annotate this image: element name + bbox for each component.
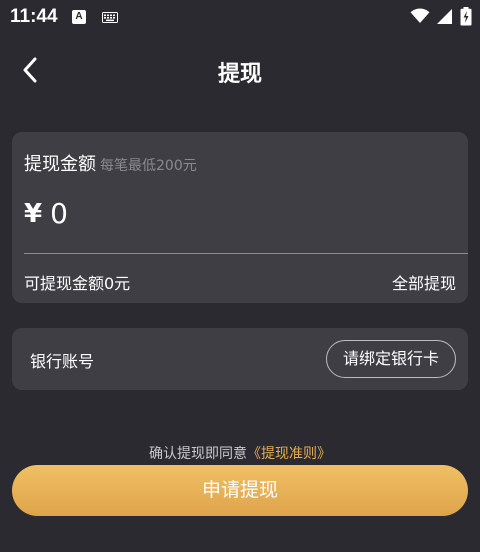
status-time: 11:44 xyxy=(10,6,58,27)
currency-symbol: ¥ xyxy=(24,198,43,229)
amount-card: 提现金额 每笔最低200元 ¥ 可提现金额0元 全部提现 xyxy=(12,132,468,303)
amount-input-row: ¥ xyxy=(24,197,431,230)
agreement-text: 确认提现即同意《提现准则》 xyxy=(0,443,480,463)
bind-bank-card-button[interactable]: 请绑定银行卡 xyxy=(326,340,456,378)
amount-input[interactable] xyxy=(50,197,431,230)
battery-icon xyxy=(460,7,472,26)
withdraw-all-button[interactable]: 全部提现 xyxy=(392,270,456,294)
agreement-prefix: 确认提现即同意 xyxy=(149,446,247,462)
a-notification-badge: A xyxy=(75,11,83,22)
withdraw-screen: 11:44 A 提现 提现金额 每笔最低200元 ¥ 0 可提现金额0元 全部提… xyxy=(0,0,480,552)
bank-account-card: 银行账号 请绑定银行卡 xyxy=(12,328,468,390)
keyboard-icon xyxy=(102,12,118,23)
a-notification-icon: A xyxy=(72,10,86,24)
wifi-icon xyxy=(410,8,430,23)
amount-hint: 每笔最低200元 xyxy=(100,158,197,174)
withdraw-rules-link[interactable]: 《提现准则》 xyxy=(247,446,331,462)
available-amount-text: 可提现金额0元 xyxy=(24,274,131,293)
bank-account-label: 银行账号 xyxy=(30,352,95,371)
header-bar: 提现 xyxy=(0,40,480,100)
signal-icon xyxy=(437,9,452,24)
amount-title-row: 提现金额 每笔最低200元 xyxy=(24,150,197,176)
amount-title: 提现金额 xyxy=(24,154,96,175)
apply-withdraw-button[interactable]: 申请提现 xyxy=(12,465,468,516)
status-bar: 11:44 A xyxy=(0,0,480,34)
page-title: 提现 xyxy=(217,62,262,87)
amount-divider xyxy=(24,253,468,254)
